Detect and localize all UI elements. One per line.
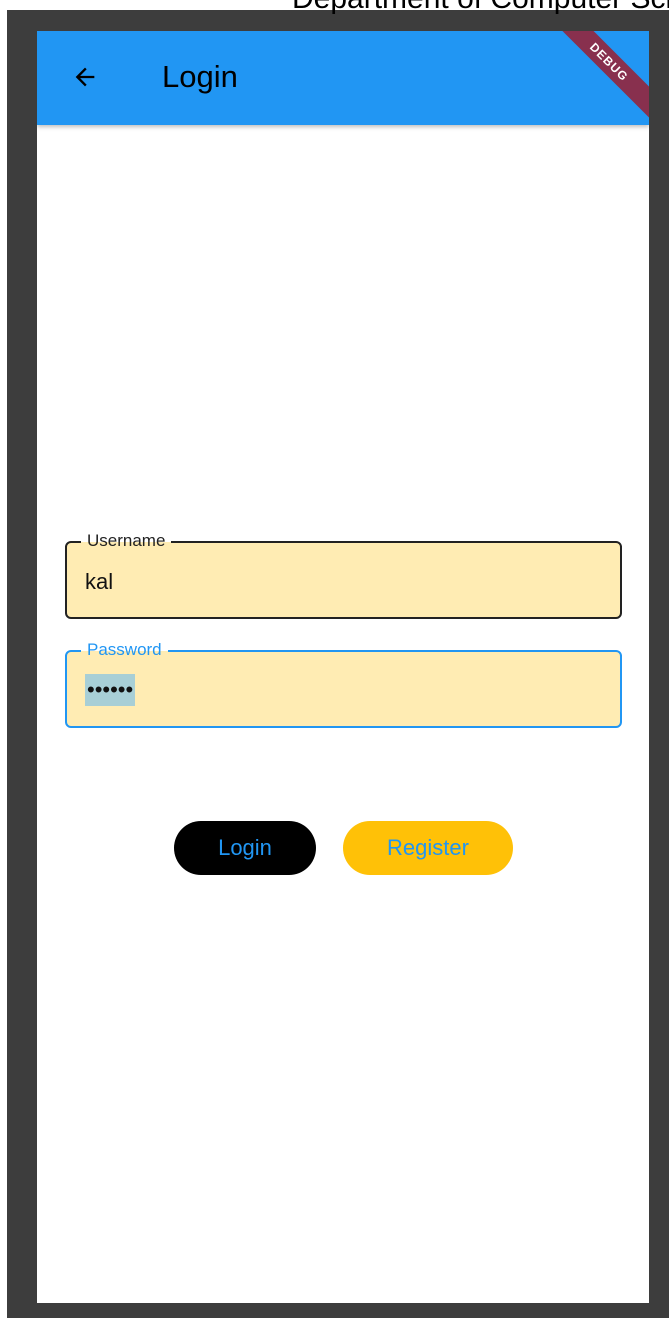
arrow-back-icon [71,63,99,96]
password-input[interactable]: •••••• [85,674,136,706]
username-label: Username [81,531,172,551]
debug-banner: DEBUG [551,31,649,120]
screen: Department of Computer Science Login DEB… [0,0,669,1318]
password-label: Password [81,640,168,660]
back-button[interactable] [65,59,105,99]
app-bar: Login DEBUG [37,31,649,125]
overflow-header-text: Department of Computer Science [292,0,669,14]
password-field[interactable]: Password •••••• [65,640,622,728]
username-input[interactable] [85,565,595,599]
login-button[interactable]: Login [174,821,316,875]
page-title: Login [162,59,238,94]
username-field[interactable]: Username [65,531,622,619]
phone-screen: Login DEBUG Username Password •••••• Log… [37,31,649,1303]
register-button[interactable]: Register [343,821,513,875]
